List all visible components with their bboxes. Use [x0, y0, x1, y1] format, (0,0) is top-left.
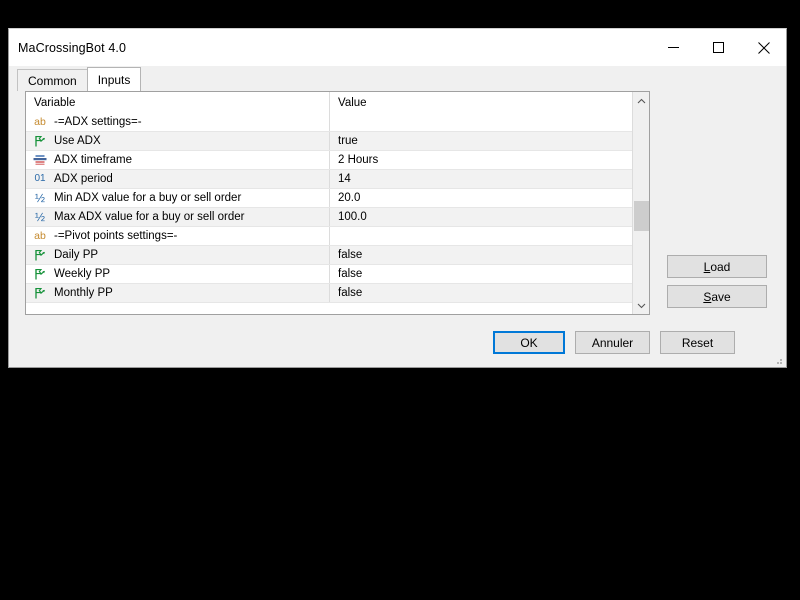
load-button[interactable]: Load [667, 255, 767, 278]
boolean-flag-icon [32, 266, 48, 282]
value-text: 2 Hours [338, 154, 379, 166]
close-icon [757, 41, 770, 54]
close-button[interactable] [741, 29, 786, 66]
reset-button[interactable]: Reset [660, 331, 735, 354]
variable-label: ADX period [54, 173, 113, 185]
resize-grip-icon[interactable] [771, 353, 783, 365]
table-row[interactable]: ADX timeframe 2 Hours [26, 151, 632, 170]
variable-label: Daily PP [54, 249, 99, 261]
tab-inputs[interactable]: Inputs [86, 67, 142, 91]
integer-type-icon: 01 [34, 173, 46, 184]
value-text: false [338, 287, 363, 299]
cell-value[interactable]: false [330, 265, 632, 283]
variable-label: Monthly PP [54, 287, 113, 299]
variable-label: Use ADX [54, 135, 101, 147]
chevron-down-icon [637, 303, 646, 308]
cell-value[interactable]: 20.0 [330, 189, 632, 207]
table-row[interactable]: 01 ADX period 14 [26, 170, 632, 189]
value-text: 14 [338, 173, 351, 185]
title-bar: MaCrossingBot 4.0 [9, 29, 786, 66]
boolean-flag-icon [32, 285, 48, 301]
cell-value[interactable]: false [330, 246, 632, 264]
ok-button[interactable]: OK [493, 331, 565, 354]
string-type-icon: ab [34, 229, 46, 242]
value-text: false [338, 268, 363, 280]
cell-variable: ab -=Pivot points settings=- [26, 227, 330, 245]
save-label: Save [703, 289, 731, 304]
grid-header-row: Variable Value [26, 92, 632, 113]
cell-variable: Use ADX [26, 132, 330, 150]
scroll-up-button[interactable] [633, 92, 649, 109]
table-row[interactable]: ½ Max ADX value for a buy or sell order 10… [26, 208, 632, 227]
maximize-icon [713, 42, 724, 53]
variable-label: -=ADX settings=- [54, 116, 142, 128]
cell-variable: Weekly PP [26, 265, 330, 283]
variable-label: Max ADX value for a buy or sell order [54, 211, 245, 223]
tab-body: Variable Value ab -=ADX settings=- Use ADX… [9, 91, 786, 367]
load-label: Load [703, 259, 731, 274]
variable-label: Weekly PP [54, 268, 111, 280]
table-row[interactable]: ½ Min ADX value for a buy or sell order 20… [26, 189, 632, 208]
cell-variable: Monthly PP [26, 284, 330, 302]
column-header-value[interactable]: Value [330, 92, 632, 113]
timeframe-icon [32, 152, 48, 168]
column-header-variable[interactable]: Variable [26, 92, 330, 113]
value-text: true [338, 135, 358, 147]
minimize-button[interactable] [651, 29, 696, 66]
scrollbar-thumb[interactable] [634, 201, 649, 231]
maximize-button[interactable] [696, 29, 741, 66]
table-row[interactable]: Use ADX true [26, 132, 632, 151]
tab-strip: Common Inputs [9, 66, 786, 91]
dialog-footer: OK Annuler Reset [9, 321, 786, 367]
cell-value[interactable]: true [330, 132, 632, 150]
cell-variable: ab -=ADX settings=- [26, 113, 330, 131]
window-title: MaCrossingBot 4.0 [18, 40, 126, 55]
table-row[interactable]: Monthly PP false [26, 284, 632, 303]
cell-variable: ½ Min ADX value for a buy or sell order [26, 189, 330, 207]
scroll-down-button[interactable] [633, 297, 649, 314]
vertical-scrollbar[interactable] [632, 92, 649, 314]
decimal-type-icon: ½ [34, 210, 45, 224]
cell-variable: Daily PP [26, 246, 330, 264]
table-row[interactable]: Daily PP false [26, 246, 632, 265]
cell-value[interactable]: false [330, 284, 632, 302]
tab-common[interactable]: Common [17, 69, 88, 91]
settings-dialog: MaCrossingBot 4.0 Common Inputs Variable… [8, 28, 787, 368]
cell-variable: ADX timeframe [26, 151, 330, 169]
cell-value[interactable]: 100.0 [330, 208, 632, 226]
grid-viewport: Variable Value ab -=ADX settings=- Use ADX… [26, 92, 632, 314]
cell-variable: 01 ADX period [26, 170, 330, 188]
value-text: 100.0 [338, 211, 367, 223]
chevron-up-icon [637, 98, 646, 103]
boolean-flag-icon [32, 247, 48, 263]
cell-value[interactable] [330, 113, 632, 131]
scrollbar-track[interactable] [633, 109, 649, 297]
table-row[interactable]: Weekly PP false [26, 265, 632, 284]
cell-variable: ½ Max ADX value for a buy or sell order [26, 208, 330, 226]
variable-label: -=Pivot points settings=- [54, 230, 178, 242]
grid-rows: ab -=ADX settings=- Use ADX true ADX timefra… [26, 113, 632, 303]
variable-label: Min ADX value for a buy or sell order [54, 192, 242, 204]
table-row[interactable]: ab -=Pivot points settings=- [26, 227, 632, 246]
string-type-icon: ab [34, 115, 46, 128]
cancel-button[interactable]: Annuler [575, 331, 650, 354]
value-text: false [338, 249, 363, 261]
variable-label: ADX timeframe [54, 154, 132, 166]
decimal-type-icon: ½ [34, 191, 45, 205]
cell-value[interactable]: 2 Hours [330, 151, 632, 169]
inputs-grid: Variable Value ab -=ADX settings=- Use ADX… [25, 91, 650, 315]
boolean-flag-icon [32, 133, 48, 149]
cell-value[interactable]: 14 [330, 170, 632, 188]
minimize-icon [668, 47, 679, 48]
cell-value[interactable] [330, 227, 632, 245]
window-controls [651, 29, 786, 66]
value-text: 20.0 [338, 192, 361, 204]
save-button[interactable]: Save [667, 285, 767, 308]
table-row[interactable]: ab -=ADX settings=- [26, 113, 632, 132]
